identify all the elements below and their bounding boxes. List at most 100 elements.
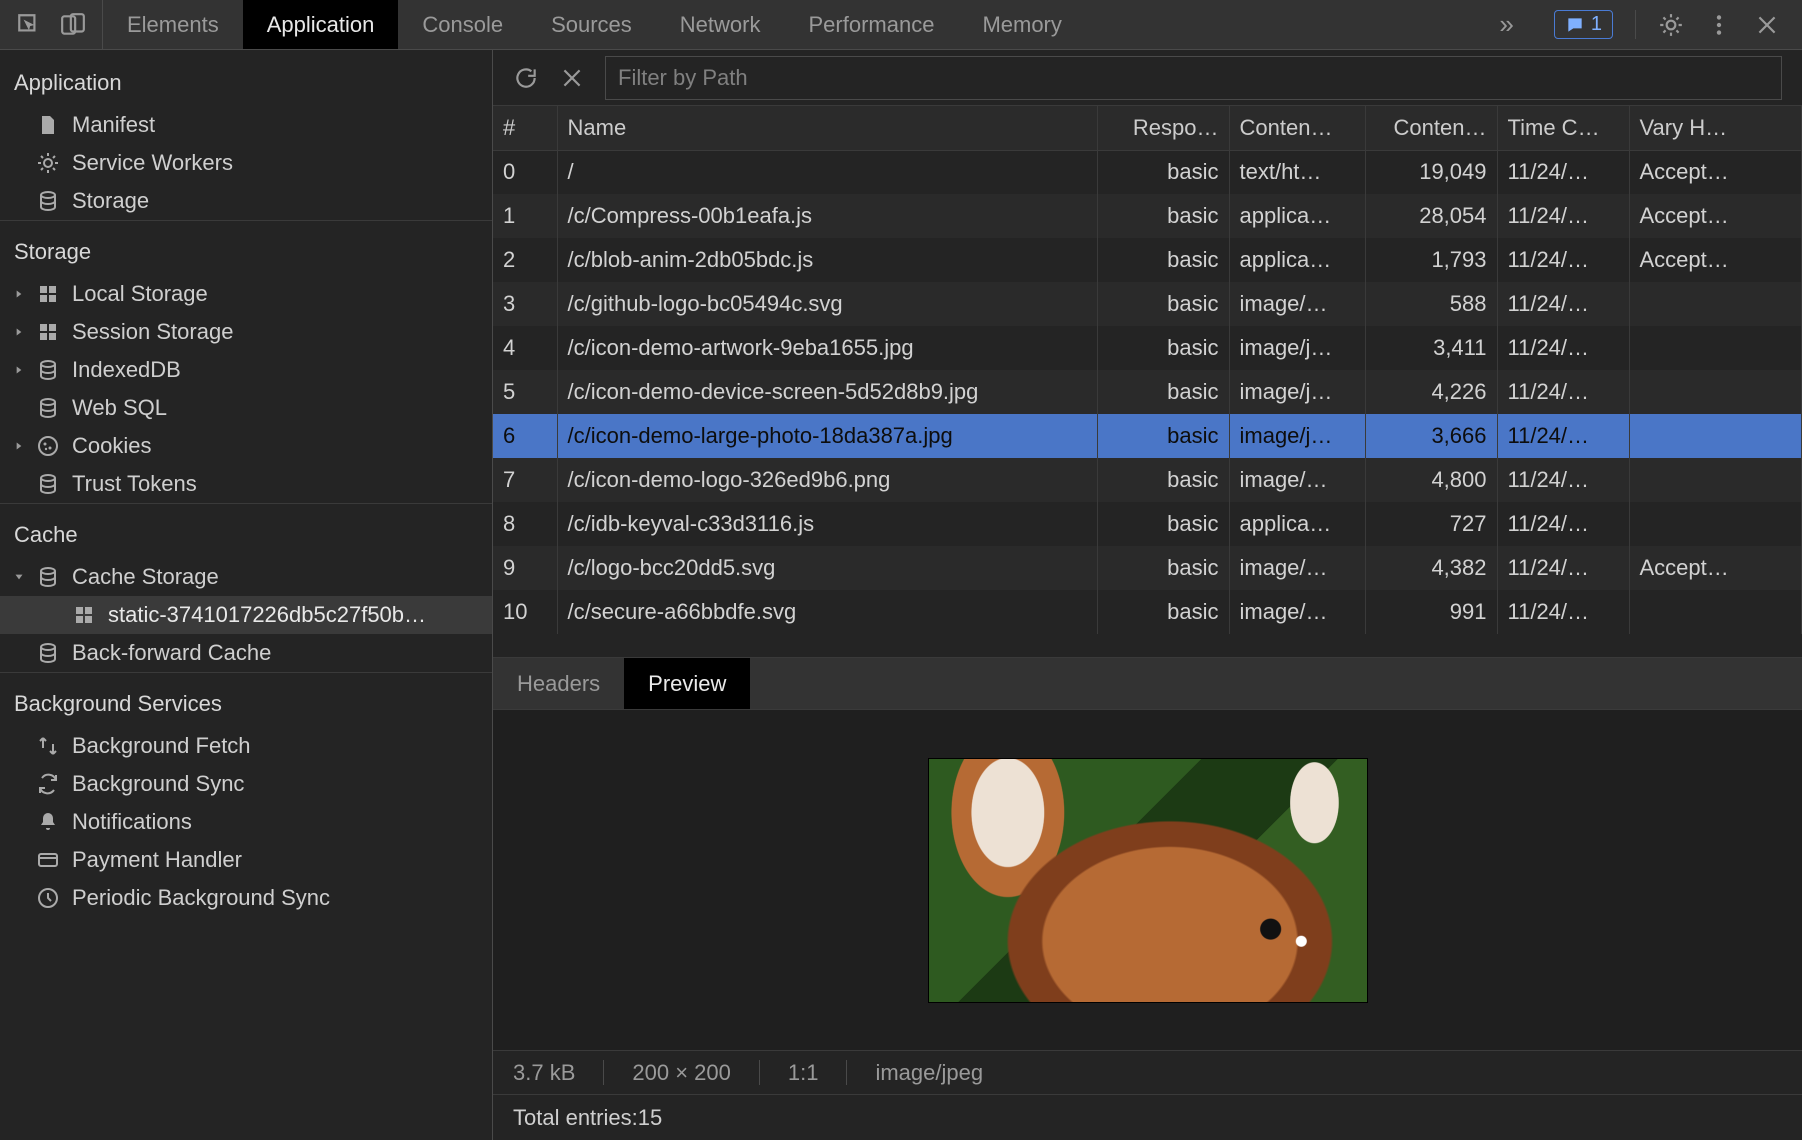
sidebar-item-cookies[interactable]: Cookies bbox=[0, 427, 492, 465]
cell-clen: 19,049 bbox=[1365, 150, 1497, 194]
sidebar-item-static-3741017226db5c27f50b[interactable]: static-3741017226db5c27f50b… bbox=[0, 596, 492, 634]
table-row[interactable]: 4/c/icon-demo-artwork-9eba1655.jpgbasici… bbox=[493, 326, 1802, 370]
sidebar-item-label: Periodic Background Sync bbox=[72, 885, 330, 911]
cell-resp: basic bbox=[1097, 546, 1229, 590]
column-header[interactable]: Respo… bbox=[1097, 106, 1229, 150]
preview-mime: image/jpeg bbox=[875, 1060, 983, 1086]
cell-ctype: image/j… bbox=[1229, 414, 1365, 458]
more-icon[interactable] bbox=[1706, 12, 1732, 38]
chevron-right-icon[interactable] bbox=[12, 439, 26, 453]
cell-time: 11/24/… bbox=[1497, 238, 1629, 282]
sidebar-item-label: Trust Tokens bbox=[72, 471, 197, 497]
tabs-overflow-icon[interactable]: » bbox=[1481, 0, 1531, 49]
sidebar-item-local-storage[interactable]: Local Storage bbox=[0, 275, 492, 313]
cache-entries-table: #NameRespo…Conten…Conten…Time C…Vary H… … bbox=[493, 106, 1802, 658]
tab-elements[interactable]: Elements bbox=[103, 0, 243, 49]
cell-vary: Accept… bbox=[1629, 150, 1802, 194]
table-row[interactable]: 10/c/secure-a66bbdfe.svgbasicimage/…9911… bbox=[493, 590, 1802, 634]
filter-input[interactable] bbox=[605, 56, 1782, 100]
refresh-icon[interactable] bbox=[513, 65, 539, 91]
cell-resp: basic bbox=[1097, 370, 1229, 414]
column-header[interactable]: Vary H… bbox=[1629, 106, 1802, 150]
cell-time: 11/24/… bbox=[1497, 590, 1629, 634]
column-header[interactable]: Time C… bbox=[1497, 106, 1629, 150]
chevron-down-icon[interactable] bbox=[12, 570, 26, 584]
settings-icon[interactable] bbox=[1658, 12, 1684, 38]
cell-idx: 5 bbox=[493, 370, 557, 414]
cell-idx: 4 bbox=[493, 326, 557, 370]
cell-resp: basic bbox=[1097, 590, 1229, 634]
transfer-icon bbox=[36, 734, 60, 758]
issues-badge[interactable]: 1 bbox=[1554, 10, 1613, 39]
sidebar-item-manifest[interactable]: Manifest bbox=[0, 106, 492, 144]
tab-application[interactable]: Application bbox=[243, 0, 399, 49]
cell-resp: basic bbox=[1097, 326, 1229, 370]
table-row[interactable]: 3/c/github-logo-bc05494c.svgbasicimage/…… bbox=[493, 282, 1802, 326]
grid-icon bbox=[36, 320, 60, 344]
chevron-right-icon[interactable] bbox=[12, 363, 26, 377]
delete-icon[interactable] bbox=[559, 65, 585, 91]
cell-ctype: applica… bbox=[1229, 238, 1365, 282]
column-header[interactable]: # bbox=[493, 106, 557, 150]
preview-dimensions: 200 × 200 bbox=[632, 1060, 730, 1086]
tab-sources[interactable]: Sources bbox=[527, 0, 656, 49]
sidebar-item-trust-tokens[interactable]: Trust Tokens bbox=[0, 465, 492, 503]
device-toggle-icon[interactable] bbox=[60, 12, 86, 38]
sidebar-group-title: Background Services bbox=[0, 672, 492, 727]
cell-ctype: image/j… bbox=[1229, 326, 1365, 370]
grid-icon bbox=[72, 603, 96, 627]
sidebar-item-service-workers[interactable]: Service Workers bbox=[0, 144, 492, 182]
table-row[interactable]: 7/c/icon-demo-logo-326ed9b6.pngbasicimag… bbox=[493, 458, 1802, 502]
cell-idx: 8 bbox=[493, 502, 557, 546]
cell-name: /c/logo-bcc20dd5.svg bbox=[557, 546, 1097, 590]
sidebar-item-indexeddb[interactable]: IndexedDB bbox=[0, 351, 492, 389]
sidebar-item-session-storage[interactable]: Session Storage bbox=[0, 313, 492, 351]
sidebar-item-cache-storage[interactable]: Cache Storage bbox=[0, 558, 492, 596]
table-row[interactable]: 9/c/logo-bcc20dd5.svgbasicimage/…4,38211… bbox=[493, 546, 1802, 590]
sidebar-item-background-sync[interactable]: Background Sync bbox=[0, 765, 492, 803]
chevron-right-icon[interactable] bbox=[12, 287, 26, 301]
tab-performance[interactable]: Performance bbox=[784, 0, 958, 49]
table-row[interactable]: 6/c/icon-demo-large-photo-18da387a.jpgba… bbox=[493, 414, 1802, 458]
cell-time: 11/24/… bbox=[1497, 546, 1629, 590]
close-devtools-icon[interactable] bbox=[1754, 12, 1780, 38]
sidebar-item-notifications[interactable]: Notifications bbox=[0, 803, 492, 841]
column-header[interactable]: Conten… bbox=[1365, 106, 1497, 150]
cell-resp: basic bbox=[1097, 238, 1229, 282]
cell-resp: basic bbox=[1097, 150, 1229, 194]
subtab-headers[interactable]: Headers bbox=[493, 658, 624, 709]
table-row[interactable]: 2/c/blob-anim-2db05bdc.jsbasicapplica…1,… bbox=[493, 238, 1802, 282]
cell-vary bbox=[1629, 414, 1802, 458]
table-row[interactable]: 1/c/Compress-00b1eafa.jsbasicapplica…28,… bbox=[493, 194, 1802, 238]
cell-vary bbox=[1629, 282, 1802, 326]
sidebar-group-title: Cache bbox=[0, 503, 492, 558]
sidebar-item-periodic-background-sync[interactable]: Periodic Background Sync bbox=[0, 879, 492, 917]
cache-storage-panel: #NameRespo…Conten…Conten…Time C…Vary H… … bbox=[493, 50, 1802, 1140]
table-row[interactable]: 0/basictext/ht…19,04911/24/…Accept… bbox=[493, 150, 1802, 194]
tab-memory[interactable]: Memory bbox=[958, 0, 1085, 49]
sidebar-item-web-sql[interactable]: Web SQL bbox=[0, 389, 492, 427]
sidebar-item-label: Back-forward Cache bbox=[72, 640, 271, 666]
sidebar-item-back-forward-cache[interactable]: Back-forward Cache bbox=[0, 634, 492, 672]
inspect-icon[interactable] bbox=[16, 12, 42, 38]
subtab-preview[interactable]: Preview bbox=[624, 658, 750, 709]
column-header[interactable]: Conten… bbox=[1229, 106, 1365, 150]
tab-console[interactable]: Console bbox=[398, 0, 527, 49]
cell-vary bbox=[1629, 502, 1802, 546]
table-row[interactable]: 5/c/icon-demo-device-screen-5d52d8b9.jpg… bbox=[493, 370, 1802, 414]
cell-clen: 991 bbox=[1365, 590, 1497, 634]
grid-icon bbox=[36, 282, 60, 306]
preview-size: 3.7 kB bbox=[513, 1060, 575, 1086]
sidebar-item-payment-handler[interactable]: Payment Handler bbox=[0, 841, 492, 879]
file-icon bbox=[36, 113, 60, 137]
chevron-right-icon[interactable] bbox=[12, 325, 26, 339]
sidebar-item-storage[interactable]: Storage bbox=[0, 182, 492, 220]
cell-time: 11/24/… bbox=[1497, 370, 1629, 414]
column-header[interactable]: Name bbox=[557, 106, 1097, 150]
sidebar-item-background-fetch[interactable]: Background Fetch bbox=[0, 727, 492, 765]
tabstrip-left-tools bbox=[0, 0, 103, 49]
preview-zoom: 1:1 bbox=[788, 1060, 819, 1086]
table-row[interactable]: 8/c/idb-keyval-c33d3116.jsbasicapplica…7… bbox=[493, 502, 1802, 546]
bell-icon bbox=[36, 810, 60, 834]
tab-network[interactable]: Network bbox=[656, 0, 785, 49]
